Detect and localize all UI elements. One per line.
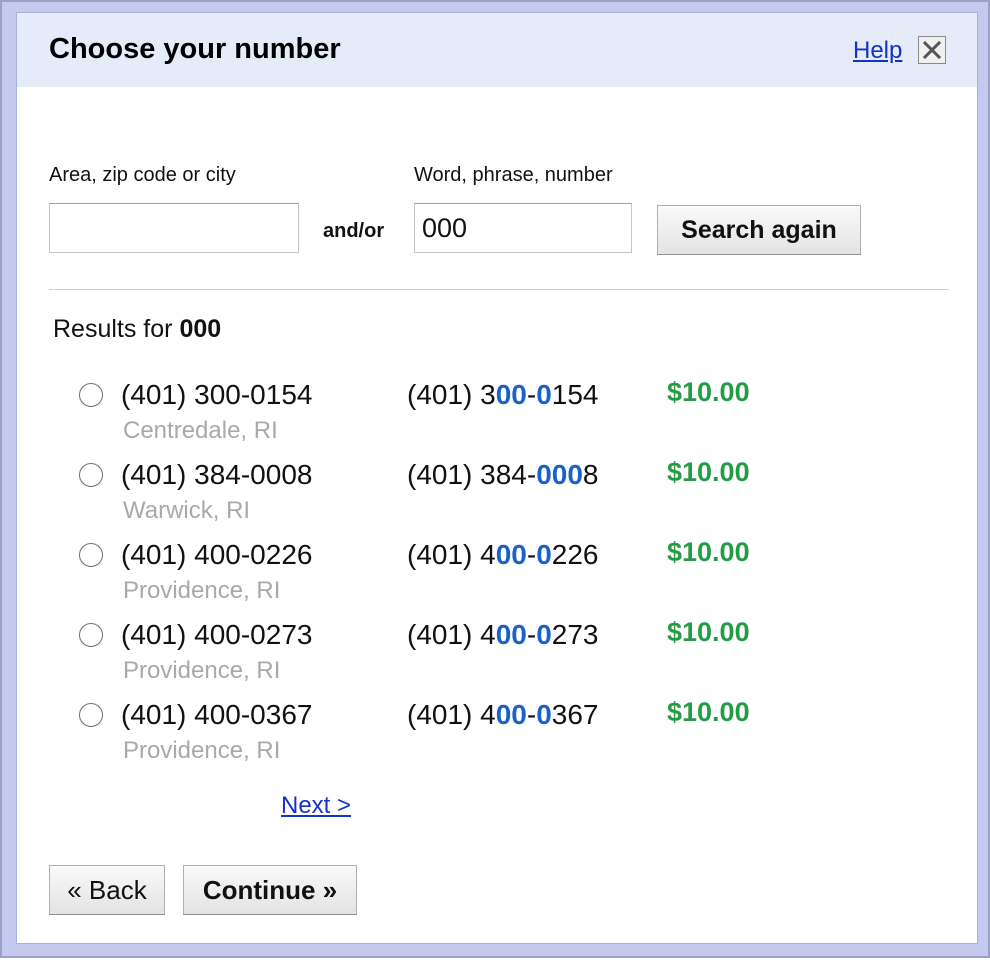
match-text: 226 [551, 539, 599, 570]
andor-label: and/or [323, 220, 385, 242]
number-radio[interactable] [79, 463, 103, 487]
phone-number: (401) 300-0154 [121, 379, 313, 410]
phone-number: (401) 400-0367 [121, 699, 313, 730]
match-highlight: 0 [536, 699, 552, 730]
results-prefix: Results for [53, 315, 180, 343]
match-text: 154 [551, 379, 599, 410]
close-button[interactable] [918, 36, 946, 64]
match-text: - [526, 539, 537, 570]
number-radio[interactable] [79, 623, 103, 647]
number-city: Providence, RI [123, 577, 281, 604]
match-display: (401) 384-0008 [407, 459, 598, 491]
number-city: Providence, RI [123, 657, 281, 684]
dialog-title-bar: Choose your number Help [17, 13, 977, 87]
match-highlight: 0 [536, 539, 552, 570]
match-display: (401) 300-0154 [407, 379, 599, 411]
result-row[interactable]: (401) 400-0226 Providence, RI (401) 400-02… [17, 537, 977, 619]
next-link[interactable]: Next > [281, 792, 351, 820]
match-highlight: 00 [495, 699, 527, 730]
choose-number-dialog: Choose your number Help Area, zip code o… [16, 12, 978, 944]
number-radio[interactable] [79, 543, 103, 567]
number-price: $10.00 [667, 617, 750, 647]
match-text: (401) 3 [407, 379, 496, 410]
match-highlight: 00 [495, 619, 527, 650]
match-highlight: 0 [536, 379, 552, 410]
number-radio[interactable] [79, 383, 103, 407]
close-icon [922, 40, 942, 60]
number-price: $10.00 [667, 697, 750, 727]
result-row[interactable]: (401) 384-0008 Warwick, RI (401) 384-0008 $… [17, 457, 977, 539]
match-highlight: 0 [536, 619, 552, 650]
phone-number: (401) 400-0226 [121, 539, 313, 570]
search-again-button[interactable]: Search again [657, 205, 861, 255]
back-button[interactable]: « Back [49, 865, 165, 915]
dialog-title: Choose your number [49, 33, 341, 65]
result-row[interactable]: (401) 400-0367 Providence, RI (401) 400-03… [17, 697, 977, 779]
dialog-backdrop: Choose your number Help Area, zip code o… [0, 0, 990, 958]
match-text: - [526, 379, 537, 410]
help-link[interactable]: Help [853, 37, 902, 65]
match-highlight: 000 [536, 459, 583, 490]
word-label: Word, phrase, number [414, 164, 613, 186]
match-display: (401) 400-0367 [407, 699, 599, 731]
number-city: Providence, RI [123, 737, 281, 764]
divider [49, 289, 949, 290]
match-highlight: 00 [495, 379, 527, 410]
number-price: $10.00 [667, 377, 750, 407]
phone-number: (401) 384-0008 [121, 459, 313, 490]
match-text: - [526, 699, 537, 730]
result-row[interactable]: (401) 400-0273 Providence, RI (401) 400-02… [17, 617, 977, 699]
match-text: 367 [551, 699, 599, 730]
match-text: 8 [582, 459, 599, 490]
match-highlight: 00 [495, 539, 527, 570]
number-city: Centredale, RI [123, 417, 278, 444]
match-text: (401) 4 [407, 539, 496, 570]
match-display: (401) 400-0226 [407, 539, 599, 571]
result-row[interactable]: (401) 300-0154 Centredale, RI (401) 300-01… [17, 377, 977, 459]
number-price: $10.00 [667, 457, 750, 487]
results-heading: Results for 000 [53, 315, 221, 344]
area-input[interactable] [49, 203, 299, 253]
results-query: 000 [179, 315, 222, 343]
match-text: - [526, 619, 537, 650]
match-text: (401) 4 [407, 699, 496, 730]
phone-number: (401) 400-0273 [121, 619, 313, 650]
match-text: (401) 384- [407, 459, 537, 490]
word-input[interactable] [414, 203, 632, 253]
match-text: 273 [551, 619, 599, 650]
continue-button[interactable]: Continue » [183, 865, 357, 915]
number-radio[interactable] [79, 703, 103, 727]
area-label: Area, zip code or city [49, 164, 236, 186]
match-display: (401) 400-0273 [407, 619, 599, 651]
number-price: $10.00 [667, 537, 750, 567]
match-text: (401) 4 [407, 619, 496, 650]
number-city: Warwick, RI [123, 497, 251, 524]
